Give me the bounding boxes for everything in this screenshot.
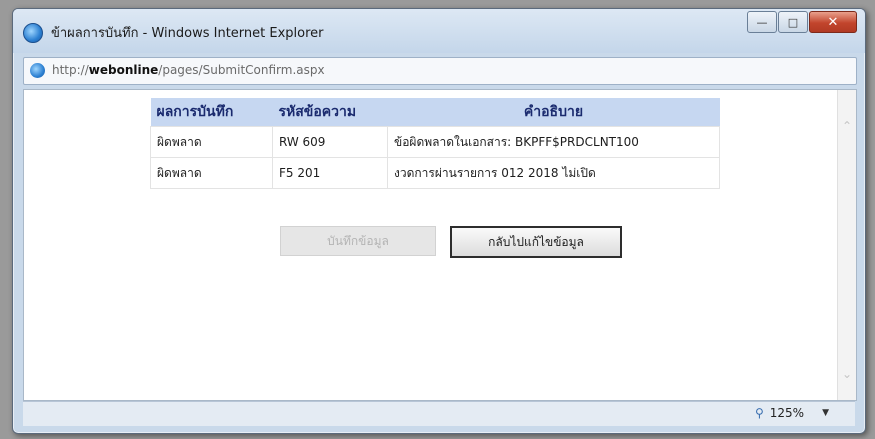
- window-controls: — □ ✕: [747, 11, 857, 33]
- cell-message-code: F5 201: [272, 157, 388, 189]
- status-bar: ⚲ 125% ▼: [23, 401, 855, 426]
- title-bar[interactable]: ข้าผลการบันทึก - Windows Internet Explor…: [13, 9, 865, 53]
- popup-window: ข้าผลการบันทึก - Windows Internet Explor…: [12, 8, 866, 434]
- vertical-scrollbar[interactable]: ⌃ ⌄: [837, 90, 856, 400]
- table-header-row: ผลการบันทึก รหัสข้อความ คำอธิบาย: [150, 98, 720, 127]
- back-to-edit-button[interactable]: กลับไปแก้ไขข้อมูล: [450, 226, 622, 258]
- zoom-icon: ⚲: [754, 406, 764, 420]
- minimize-icon: —: [756, 15, 768, 29]
- close-button[interactable]: ✕: [809, 11, 857, 33]
- table-row: ผิดพลาด RW 609 ข้อผิดพลาดในเอกสาร: BKPFF…: [150, 126, 720, 158]
- maximize-button[interactable]: □: [778, 11, 808, 33]
- header-result: ผลการบันทึก: [150, 98, 273, 127]
- maximize-icon: □: [787, 15, 799, 29]
- page-content: ผลการบันทึก รหัสข้อความ คำอธิบาย ผิดพลาด…: [23, 89, 857, 401]
- cell-result: ผิดพลาด: [150, 157, 273, 189]
- save-data-button[interactable]: บันทึกข้อมูล: [280, 226, 436, 256]
- zoom-control[interactable]: ⚲ 125% ▼: [755, 406, 829, 420]
- address-bar[interactable]: http://webonline/pages/SubmitConfirm.asp…: [23, 57, 857, 85]
- header-message-code: รหัสข้อความ: [272, 98, 388, 127]
- ie-icon: [23, 23, 43, 43]
- minimize-button[interactable]: —: [747, 11, 777, 33]
- chevron-down-icon[interactable]: ▼: [822, 408, 829, 418]
- scroll-up-icon[interactable]: ⌃: [841, 120, 853, 132]
- window-title: ข้าผลการบันทึก - Windows Internet Explor…: [51, 26, 324, 41]
- scroll-down-icon[interactable]: ⌄: [841, 368, 853, 380]
- cell-description: งวดการผ่านรายการ 012 2018 ไม่เปิด: [387, 157, 720, 189]
- header-description: คำอธิบาย: [387, 98, 720, 127]
- address-url: http://webonline/pages/SubmitConfirm.asp…: [52, 63, 325, 77]
- close-icon: ✕: [827, 14, 839, 30]
- results-table: ผลการบันทึก รหัสข้อความ คำอธิบาย ผิดพลาด…: [150, 98, 720, 189]
- table-row: ผิดพลาด F5 201 งวดการผ่านรายการ 012 2018…: [150, 157, 720, 189]
- zoom-level: 125%: [769, 406, 805, 420]
- cell-result: ผิดพลาด: [150, 126, 273, 158]
- cell-message-code: RW 609: [272, 126, 388, 158]
- page-icon: [30, 63, 45, 78]
- cell-description: ข้อผิดพลาดในเอกสาร: BKPFF$PRDCLNT100: [387, 126, 720, 158]
